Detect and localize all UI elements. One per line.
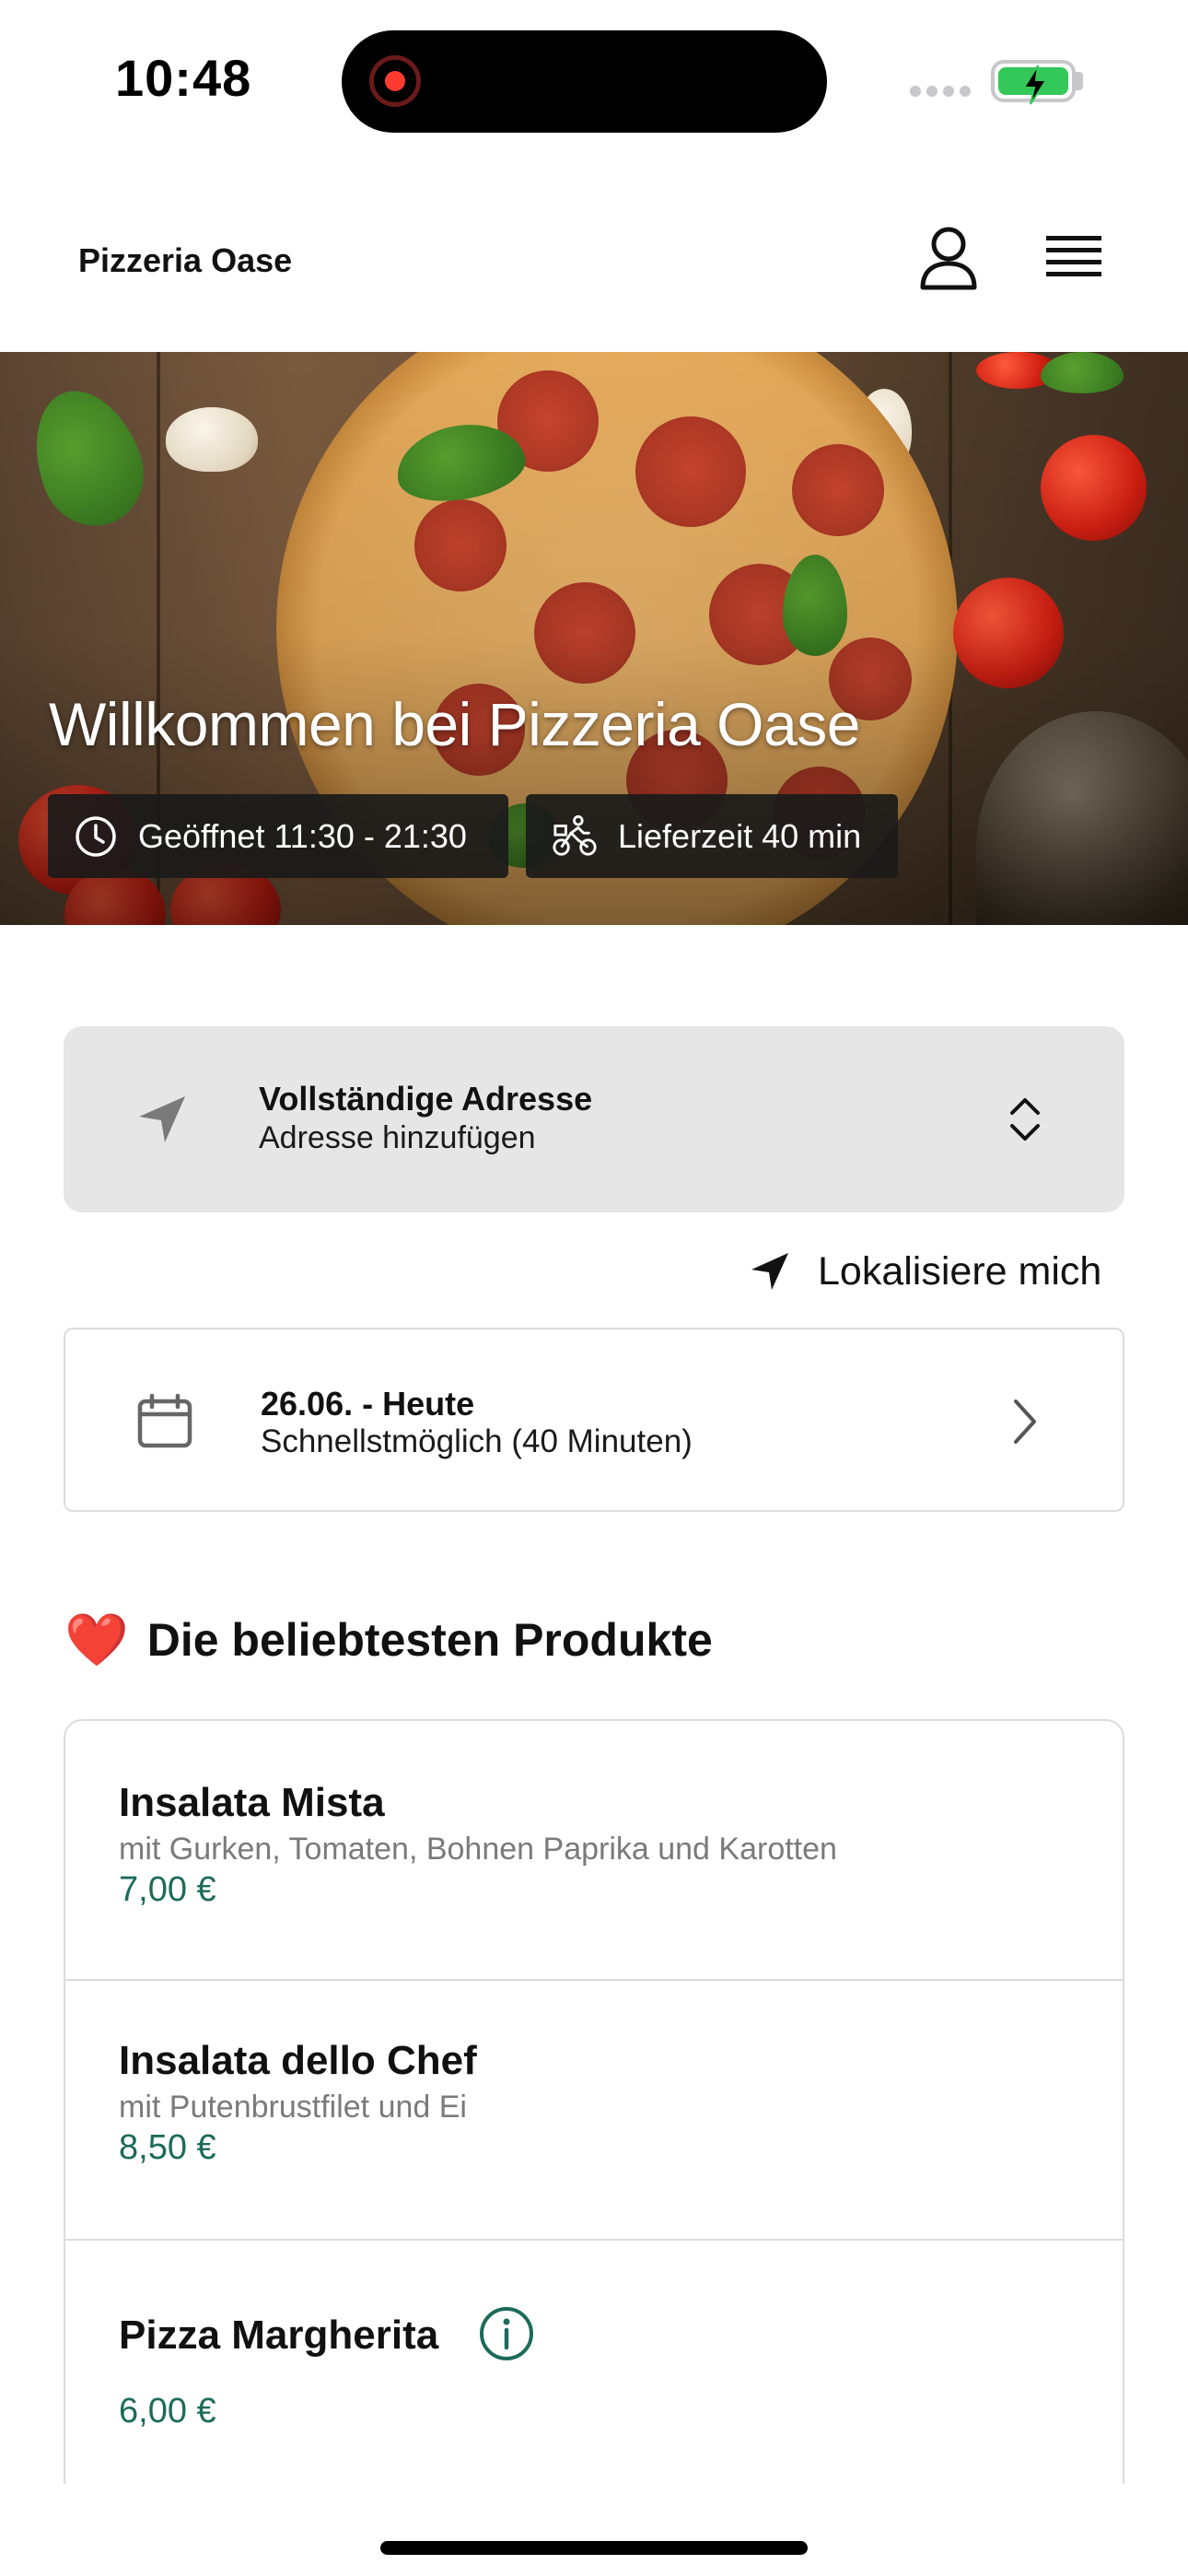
battery-cap bbox=[1076, 72, 1083, 90]
delivery-date-subtitle: Schnellstmöglich (40 Minuten) bbox=[261, 1423, 693, 1459]
location-arrow-icon bbox=[751, 1253, 788, 1290]
app-header: Pizzeria Oase bbox=[0, 157, 1188, 352]
status-bar: 10:48 bbox=[0, 0, 1188, 157]
hero-banner: Willkommen bei Pizzeria Oase Geöffnet 11… bbox=[0, 352, 1188, 925]
expand-collapse-icon bbox=[1010, 1098, 1040, 1141]
delivery-time-text: Lieferzeit 40 min bbox=[618, 816, 862, 855]
info-icon[interactable] bbox=[478, 2305, 535, 2362]
section-title: Die beliebtesten Produkte bbox=[146, 1614, 713, 1666]
product-item[interactable]: Pizza Margherita 6,00 € bbox=[65, 2241, 1123, 2484]
clock-icon bbox=[76, 815, 116, 857]
dynamic-island bbox=[342, 30, 827, 133]
battery-icon bbox=[991, 60, 1076, 105]
product-list: Insalata Mista mit Gurken, Tomaten, Bohn… bbox=[64, 1719, 1124, 2484]
status-time: 10:48 bbox=[115, 49, 252, 107]
delivery-time-badge: Lieferzeit 40 min bbox=[526, 794, 898, 878]
opening-hours-badge: Geöffnet 11:30 - 21:30 bbox=[48, 794, 508, 878]
product-name: Insalata Mista bbox=[119, 1780, 385, 1825]
hero-title: Willkommen bei Pizzeria Oase bbox=[49, 690, 860, 758]
opening-hours-text: Geöffnet 11:30 - 21:30 bbox=[138, 816, 467, 855]
calendar-icon bbox=[137, 1393, 192, 1448]
address-placeholder: Adresse hinzufügen bbox=[259, 1120, 536, 1155]
product-name: Pizza Margherita bbox=[119, 2313, 439, 2358]
navigation-arrow-icon bbox=[139, 1096, 185, 1142]
address-title: Vollständige Adresse bbox=[259, 1080, 593, 1118]
cellular-signal-icon bbox=[910, 86, 973, 97]
locate-me-button[interactable]: Lokalisiere mich bbox=[748, 1244, 1101, 1299]
charging-bolt-icon bbox=[1022, 64, 1048, 105]
product-item[interactable]: Insalata dello Chef mit Putenbrustfilet … bbox=[65, 1981, 1123, 2241]
user-account-button[interactable] bbox=[912, 221, 985, 295]
heart-emoji: ❤️ bbox=[64, 1610, 129, 1669]
delivery-date-title: 26.06. - Heute bbox=[261, 1385, 475, 1423]
chevron-right-icon bbox=[1014, 1399, 1036, 1444]
product-description: mit Gurken, Tomaten, Bohnen Paprika und … bbox=[119, 1832, 837, 1867]
product-item[interactable]: Insalata Mista mit Gurken, Tomaten, Bohn… bbox=[65, 1721, 1123, 1981]
product-price: 7,00 € bbox=[119, 1870, 216, 1909]
home-indicator[interactable] bbox=[380, 2541, 808, 2555]
screen-recording-icon bbox=[369, 55, 421, 107]
brand-name[interactable]: Pizzeria Oase bbox=[78, 241, 292, 280]
product-description: mit Putenbrustfilet und Ei bbox=[119, 2090, 467, 2125]
delivery-bike-icon bbox=[553, 814, 597, 856]
product-price: 6,00 € bbox=[119, 2392, 216, 2430]
user-icon bbox=[920, 227, 977, 290]
popular-products-heading: ❤️ Die beliebtesten Produkte bbox=[64, 1608, 713, 1672]
delivery-date-selector[interactable]: 26.06. - Heute Schnellstmöglich (40 Minu… bbox=[64, 1328, 1124, 1512]
menu-button[interactable] bbox=[1037, 223, 1111, 293]
locate-me-label: Lokalisiere mich bbox=[818, 1248, 1102, 1294]
address-selector[interactable]: Vollständige Adresse Adresse hinzufügen bbox=[64, 1026, 1124, 1212]
hamburger-menu-icon bbox=[1046, 236, 1101, 276]
product-name: Insalata dello Chef bbox=[119, 2038, 477, 2083]
product-price: 8,50 € bbox=[119, 2128, 216, 2167]
